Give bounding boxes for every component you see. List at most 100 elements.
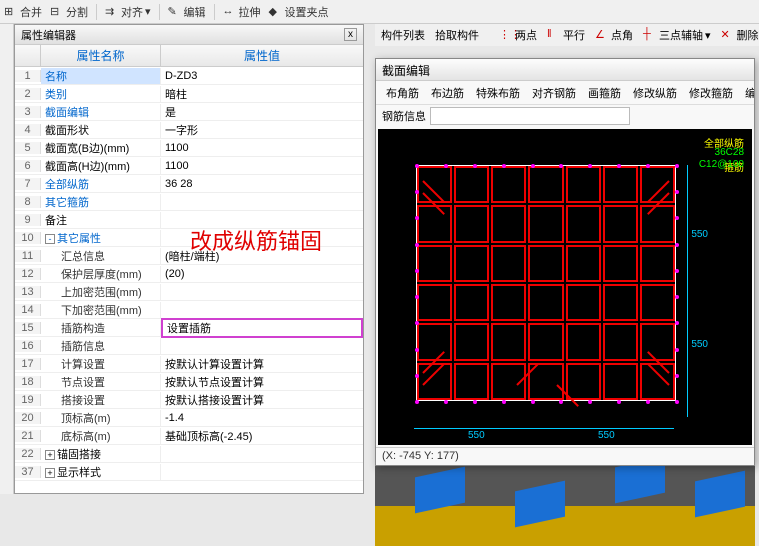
two-point-button[interactable]: ⋮⋮两点: [499, 27, 537, 43]
property-row[interactable]: 1名称D-ZD3: [15, 67, 363, 85]
property-row[interactable]: 12保护层厚度(mm)(20): [15, 265, 363, 283]
section-outline: [416, 165, 676, 401]
expander-icon[interactable]: -: [45, 234, 55, 244]
parallel-button[interactable]: ‖平行: [547, 27, 585, 43]
property-row[interactable]: 4截面形状一字形: [15, 121, 363, 139]
rebar-dot: [675, 374, 679, 378]
property-row[interactable]: 37 +显示样式: [15, 463, 363, 481]
property-row[interactable]: 15插筋构造设置插筋: [15, 319, 363, 337]
viewport-3d[interactable]: [375, 466, 755, 546]
property-row[interactable]: 18节点设置按默认节点设置计算: [15, 373, 363, 391]
property-name: 全部纵筋: [45, 179, 89, 191]
property-value[interactable]: (20): [161, 268, 363, 280]
property-value[interactable]: 基础顶标高(-2.45): [161, 428, 363, 444]
property-value[interactable]: 按默认搭接设置计算: [161, 392, 363, 408]
rebar-dot: [415, 269, 419, 273]
property-row[interactable]: 8其它箍筋: [15, 193, 363, 211]
component-list-button[interactable]: 构件列表: [381, 27, 425, 43]
section-tab[interactable]: 编辑弯钩: [741, 83, 754, 103]
delete-axis-icon: ✕: [721, 28, 735, 42]
stretch-button[interactable]: ↔拉伸: [223, 4, 261, 20]
property-row[interactable]: 3截面编辑是: [15, 103, 363, 121]
property-value[interactable]: 1100: [161, 160, 363, 172]
property-body[interactable]: 1名称D-ZD32类别暗柱3截面编辑是4截面形状一字形5截面宽(B边)(mm)1…: [15, 67, 363, 493]
edit-button[interactable]: ✎编辑: [168, 4, 206, 20]
stirrup-cell: [566, 363, 601, 400]
property-editor-label: 属性编辑器: [21, 27, 76, 43]
property-value[interactable]: D-ZD3: [161, 70, 363, 82]
property-name: 显示样式: [57, 467, 101, 479]
pick-component-button[interactable]: 拾取构件: [435, 27, 479, 43]
section-canvas[interactable]: 全部纵筋 36C28 箍筋 C12@100 550 550 550 550: [378, 129, 752, 445]
stirrup-cell: [417, 166, 452, 203]
rebar-info-input[interactable]: [430, 107, 630, 125]
property-value[interactable]: 暗柱: [161, 86, 363, 102]
section-tab[interactable]: 画箍筋: [584, 83, 625, 103]
pivot-button[interactable]: ◆设置夹点: [269, 4, 329, 20]
row-number: 37: [15, 466, 41, 478]
property-value[interactable]: 按默认节点设置计算: [161, 374, 363, 390]
section-tab[interactable]: 布边筋: [427, 83, 468, 103]
section-tab[interactable]: 修改箍筋: [685, 83, 737, 103]
property-name-cell: 截面宽(B边)(mm): [41, 140, 161, 156]
property-row[interactable]: 11汇总信息(暗柱/端柱): [15, 247, 363, 265]
section-tab[interactable]: 布角筋: [382, 83, 423, 103]
property-value[interactable]: 按默认计算设置计算: [161, 356, 363, 372]
property-row[interactable]: 7全部纵筋36 28: [15, 175, 363, 193]
section-tab[interactable]: 特殊布筋: [472, 83, 524, 103]
property-value[interactable]: 36 28: [161, 178, 363, 190]
column-cube: [615, 466, 665, 503]
expander-icon[interactable]: +: [45, 468, 55, 478]
dim-line: [414, 428, 674, 429]
property-row[interactable]: 16插筋信息: [15, 337, 363, 355]
property-row[interactable]: 22+锚固搭接: [15, 445, 363, 463]
dimension-text: 550: [468, 430, 485, 441]
stirrup-cell: [603, 284, 638, 321]
property-row[interactable]: 17计算设置按默认计算设置计算: [15, 355, 363, 373]
property-row[interactable]: 13上加密范围(mm): [15, 283, 363, 301]
stirrup-cell: [528, 284, 563, 321]
property-row[interactable]: 9备注: [15, 211, 363, 229]
section-tab[interactable]: 修改纵筋: [629, 83, 681, 103]
property-row[interactable]: 14下加密范围(mm): [15, 301, 363, 319]
align-button[interactable]: ⇉对齐 ▾: [105, 4, 151, 20]
stretch-icon: ↔: [223, 5, 237, 19]
stirrup-cell: [454, 166, 489, 203]
property-row[interactable]: 19搭接设置按默认搭接设置计算: [15, 391, 363, 409]
delete-axis-button[interactable]: ✕删除辅轴: [721, 27, 759, 43]
property-value[interactable]: (暗柱/端柱): [161, 248, 363, 264]
property-row[interactable]: 2类别暗柱: [15, 85, 363, 103]
angle-icon: ∠: [595, 28, 609, 42]
property-row[interactable]: 10-其它属性: [15, 229, 363, 247]
property-value[interactable]: 1100: [161, 142, 363, 154]
stirrup-cell: [528, 323, 563, 360]
property-row[interactable]: 6截面高(H边)(mm)1100: [15, 157, 363, 175]
property-value[interactable]: 一字形: [161, 122, 363, 138]
section-tab[interactable]: 对齐钢筋: [528, 83, 580, 103]
expander-icon[interactable]: +: [45, 450, 55, 460]
property-value[interactable]: -1.4: [161, 412, 363, 424]
stirrup-cell: [454, 205, 489, 242]
stirrup-cell: [528, 245, 563, 282]
property-value[interactable]: 是: [161, 104, 363, 120]
property-name-cell: 汇总信息: [41, 248, 161, 264]
merge-button[interactable]: ⊞合并: [4, 4, 42, 20]
close-icon[interactable]: x: [344, 28, 357, 41]
rebar-dot: [473, 400, 477, 404]
property-row[interactable]: 20顶标高(m)-1.4: [15, 409, 363, 427]
dimension-text: 550: [691, 229, 708, 240]
property-value[interactable]: 设置插筋: [161, 318, 363, 338]
row-number: 8: [15, 196, 41, 208]
point-angle-button[interactable]: ∠点角: [595, 27, 633, 43]
tri-axis-button[interactable]: ┼三点辅轴 ▾: [643, 27, 711, 43]
header-name: 属性名称: [41, 45, 161, 66]
property-name: 搭接设置: [61, 395, 105, 407]
stirrup-cell: [417, 323, 452, 360]
rebar-dot: [675, 269, 679, 273]
row-number: 16: [15, 340, 41, 352]
rebar-dot: [415, 400, 419, 404]
property-row[interactable]: 5截面宽(B边)(mm)1100: [15, 139, 363, 157]
split-button[interactable]: ⊟分割: [50, 4, 88, 20]
property-name: 其它属性: [57, 233, 101, 245]
property-row[interactable]: 21底标高(m)基础顶标高(-2.45): [15, 427, 363, 445]
